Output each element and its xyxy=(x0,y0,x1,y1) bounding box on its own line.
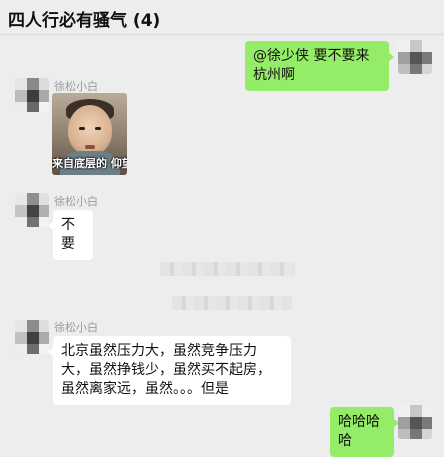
blurred-content xyxy=(172,296,292,310)
sender-name: 徐松小白 xyxy=(54,321,98,334)
avatar-self[interactable] xyxy=(398,40,432,74)
blurred-content xyxy=(160,262,295,276)
chat-header: 四人行必有骚气 (4) xyxy=(0,0,444,35)
message-text: 北京虽然压力大，虽然竞争压力大，虽然挣钱少，虽然买不起房，虽然离家远，虽然。。。… xyxy=(61,343,271,397)
message-text: @徐少侠 要不要来杭州啊 xyxy=(253,48,370,83)
message-bubble-self[interactable]: 哈哈哈哈 xyxy=(330,407,399,457)
avatar-other[interactable] xyxy=(15,320,49,354)
message-bubble-self[interactable]: @徐少侠 要不要来杭州啊 xyxy=(245,41,394,91)
message-bubble-other[interactable]: 不要 xyxy=(48,210,93,260)
message-bubble-other[interactable]: 北京虽然压力大，虽然竞争压力大，虽然挣钱少，虽然买不起房，虽然离家远，虽然。。。… xyxy=(48,336,291,405)
avatar-other[interactable] xyxy=(15,78,49,112)
sticker-mouth xyxy=(85,145,95,149)
sticker-eye-right xyxy=(95,127,101,130)
sticker-eye-left xyxy=(79,127,85,130)
avatar-self[interactable] xyxy=(398,405,432,439)
chat-title: 四人行必有骚气 (4) xyxy=(8,11,161,31)
sender-name: 徐松小白 xyxy=(54,80,98,93)
sender-name: 徐松小白 xyxy=(54,195,98,208)
sticker-caption: 来自底层的 仰望 xyxy=(52,157,127,170)
sticker-image[interactable]: 来自底层的 仰望 xyxy=(52,93,127,175)
avatar-other[interactable] xyxy=(15,193,49,227)
message-text: 不要 xyxy=(61,217,75,252)
